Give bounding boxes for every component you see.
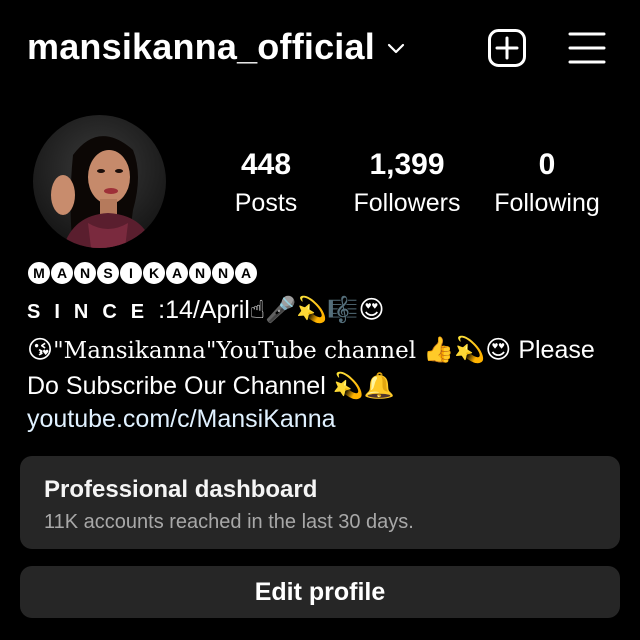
bio-since-line: SINCE:14/April☝🎤💫🎼😍 xyxy=(27,293,385,329)
name-letter: A xyxy=(51,262,73,284)
name-letter: N xyxy=(74,262,96,284)
stat-posts[interactable]: 448 Posts xyxy=(196,146,336,220)
posts-label: Posts xyxy=(234,189,298,217)
name-letter: I xyxy=(120,262,142,284)
chevron-down-icon xyxy=(387,43,405,55)
subscribe-emojis: 💫🔔 xyxy=(332,371,395,400)
kiss-emoji: 😘 xyxy=(27,335,54,364)
name-letter: M xyxy=(28,262,50,284)
following-label: Following xyxy=(494,189,600,217)
dashboard-subtitle: 11K accounts reached in the last 30 days… xyxy=(44,511,414,533)
account-switcher[interactable]: mansikanna_official xyxy=(27,22,405,72)
name-letter: S xyxy=(97,262,119,284)
stat-following[interactable]: 0 Following xyxy=(477,146,617,220)
posts-count: 448 xyxy=(240,148,292,181)
please-text: Please xyxy=(518,336,595,364)
plus-square-icon[interactable] xyxy=(487,28,527,68)
channel-name: "Mansikanna"YouTube channel xyxy=(53,338,417,364)
subscribe-text: Do Subscribe Our Channel xyxy=(27,372,326,400)
bio-display-name: M A N S I K A N N A xyxy=(28,262,257,284)
since-emojis: ☝🎤💫🎼😍 xyxy=(249,295,385,324)
profile-avatar[interactable] xyxy=(33,115,166,248)
edit-profile-button[interactable]: Edit profile xyxy=(20,566,620,618)
professional-dashboard-card[interactable]: Professional dashboard 11K accounts reac… xyxy=(20,456,620,549)
channel-emojis: 👍💫😍 xyxy=(423,335,512,364)
bio-channel-line: 😘"Mansikanna"YouTube channel 👍💫😍 Please xyxy=(27,333,595,368)
followers-label: Followers xyxy=(353,189,461,217)
bio-link[interactable]: youtube.com/c/MansiKanna xyxy=(27,402,336,436)
followers-count: 1,399 xyxy=(369,148,445,181)
name-letter: A xyxy=(235,262,257,284)
name-letter: N xyxy=(189,262,211,284)
name-letter: N xyxy=(212,262,234,284)
profile-header: mansikanna_official xyxy=(0,0,640,92)
bio-subscribe-line: Do Subscribe Our Channel 💫🔔 xyxy=(27,369,395,403)
username: mansikanna_official xyxy=(27,26,375,67)
since-date: :14/April xyxy=(158,296,250,324)
following-count: 0 xyxy=(538,148,556,181)
hamburger-menu-icon[interactable] xyxy=(568,30,606,66)
since-label: SINCE xyxy=(27,301,159,323)
stat-followers[interactable]: 1,399 Followers xyxy=(337,146,477,220)
name-letter: K xyxy=(143,262,165,284)
dashboard-title: Professional dashboard xyxy=(44,476,318,503)
name-letter: A xyxy=(166,262,188,284)
